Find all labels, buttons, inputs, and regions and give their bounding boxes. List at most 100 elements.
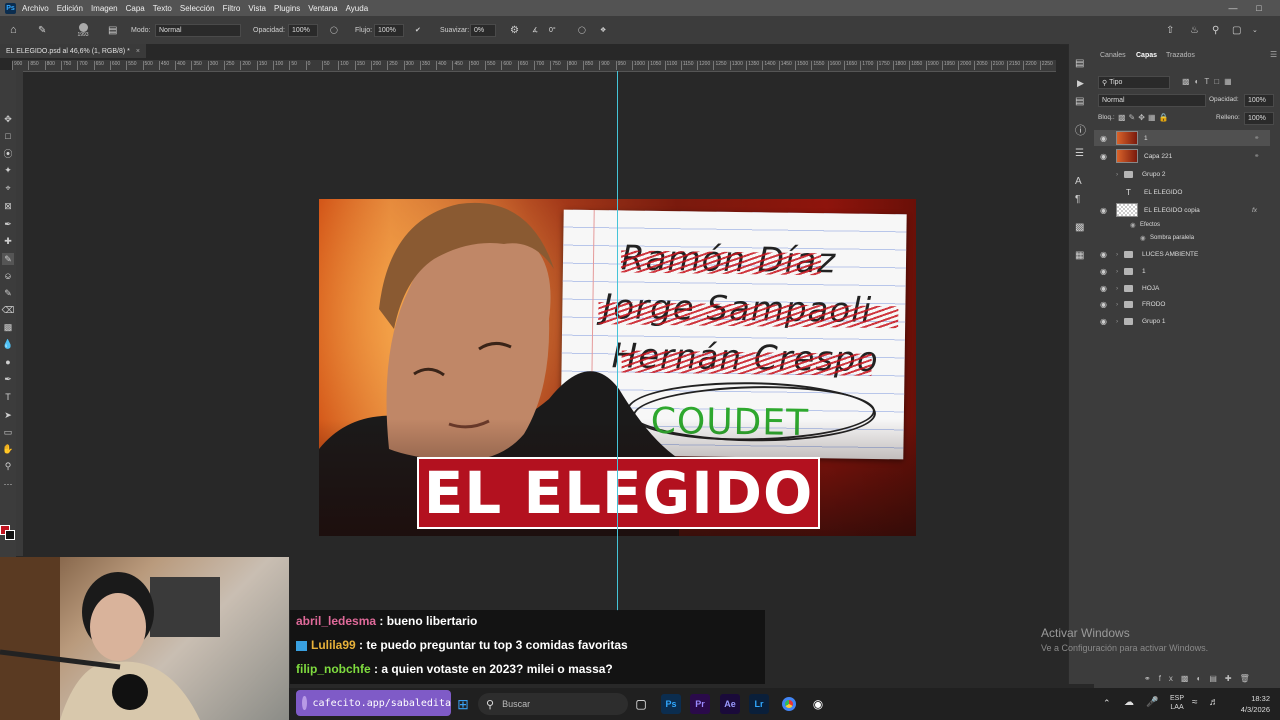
panel-menu-icon[interactable]: ☰ (1270, 50, 1277, 59)
healing-brush-icon[interactable]: ✚ (2, 235, 14, 247)
menu-capa[interactable]: Capa (126, 4, 145, 13)
channels-icon[interactable]: ▦ (1075, 250, 1084, 261)
lasso-tool-icon[interactable]: ⦿ (2, 147, 14, 159)
angle-field[interactable]: 0° (546, 25, 568, 36)
premiere-taskbar-icon[interactable]: Pr (690, 694, 710, 714)
layer-row[interactable]: ◉ › Grupo 1 (1094, 313, 1270, 329)
pressure-opacity-icon[interactable]: ◯ (330, 16, 342, 44)
eye-icon[interactable]: ◉ (1100, 284, 1107, 293)
history-icon[interactable]: ▤ (1075, 58, 1084, 69)
smoothing-field[interactable]: 0% (470, 23, 496, 37)
tab-canales[interactable]: Canales (1100, 52, 1126, 59)
restore-icon[interactable]: □ (1246, 0, 1272, 16)
background-color-swatch[interactable] (5, 530, 15, 540)
after-effects-taskbar-icon[interactable]: Ae (720, 694, 740, 714)
home-icon[interactable]: ⌂ (10, 16, 26, 44)
eye-icon[interactable]: ◉ (1100, 134, 1107, 143)
crop-tool-icon[interactable]: ⌖ (2, 182, 14, 194)
blend-mode-select[interactable]: Normal (1098, 94, 1206, 107)
layer-fill-field[interactable]: 100% (1244, 112, 1274, 125)
magic-wand-icon[interactable]: ✦ (2, 164, 14, 176)
search-icon[interactable]: ⚲ (1212, 16, 1224, 44)
eye-icon[interactable]: ◉ (1100, 267, 1107, 276)
hand-tool-icon[interactable]: ✋ (2, 443, 14, 455)
windows-start-icon[interactable]: ⊞ (453, 694, 473, 714)
lock-icons[interactable]: ▩✎✥▦🔒 (1118, 113, 1171, 122)
menu-filtro[interactable]: Filtro (223, 4, 241, 13)
brush-preset-picker[interactable]: 1993 (76, 16, 90, 44)
menu-archivo[interactable]: Archivo (22, 4, 49, 13)
chevron-right-icon[interactable]: › (1116, 318, 1118, 325)
shape-tool-icon[interactable]: ▭ (2, 426, 14, 438)
zoom-tool-icon[interactable]: ⚲ (2, 460, 14, 472)
symmetry-icon[interactable]: ❖ (600, 16, 612, 44)
flow-field[interactable]: 100% (374, 23, 404, 37)
taskbar-search[interactable]: ⚲ Buscar (478, 693, 628, 715)
eye-icon[interactable]: ◉ (1100, 250, 1107, 259)
chrome-icon[interactable] (779, 694, 799, 714)
adjustments-icon[interactable]: ▤ (1075, 96, 1084, 107)
gear-icon[interactable]: ⚙ (510, 16, 522, 44)
menu-ventana[interactable]: Ventana (308, 4, 337, 13)
bell-icon[interactable]: ♨ (1190, 16, 1202, 44)
close-icon[interactable]: × (136, 48, 140, 55)
layer-row[interactable]: ◉ › FRODO (1094, 296, 1270, 312)
clock[interactable]: 18:32 4/3/2026 (1226, 693, 1270, 715)
layer-row[interactable]: ◉ › HOJA (1094, 280, 1270, 296)
menu-imagen[interactable]: Imagen (91, 4, 118, 13)
marquee-tool-icon[interactable]: □ (2, 130, 14, 142)
document-tab[interactable]: EL ELEGIDO.psd al 46,6% (1, RGB/8) * × (0, 44, 146, 58)
speaker-icon[interactable]: ♬ (1209, 697, 1219, 708)
properties-icon[interactable]: ☰ (1075, 148, 1084, 159)
stamp-tool-icon[interactable]: ⎉ (2, 270, 14, 282)
fx-badge[interactable]: fx (1252, 207, 1257, 214)
character-icon[interactable]: A (1075, 176, 1082, 187)
pressure-size-icon[interactable]: ◯ (578, 16, 590, 44)
brush-settings-icon[interactable]: ▤ (108, 16, 120, 44)
eraser-icon[interactable]: ⌫ (2, 304, 15, 316)
menu-plugins[interactable]: Plugins (274, 4, 300, 13)
tab-trazados[interactable]: Trazados (1166, 52, 1195, 59)
ruler-horizontal[interactable]: 900 850 800 750 700 650 600 550 500 450 400 350 300 2… (12, 60, 1056, 72)
path-select-icon[interactable]: ➤ (2, 409, 14, 421)
menu-ayuda[interactable]: Ayuda (346, 4, 369, 13)
layer-opacity-field[interactable]: 100% (1244, 94, 1274, 107)
workspace-icon[interactable]: ▢ (1232, 16, 1244, 44)
brush-tool-icon[interactable]: ✎ (2, 253, 14, 265)
frame-tool-icon[interactable]: ⊠ (2, 200, 14, 212)
guide-line[interactable] (617, 71, 618, 611)
tab-capas[interactable]: Capas (1136, 52, 1157, 59)
play-icon[interactable]: ▶ (1077, 78, 1084, 89)
filter-icons[interactable]: ▩◐T□▦ (1182, 77, 1237, 86)
chevron-right-icon[interactable]: › (1116, 171, 1118, 178)
task-view-icon[interactable]: ▢ (631, 694, 651, 714)
layer-row[interactable]: ◉ Capa 221 ⚭ (1094, 148, 1270, 164)
menu-texto[interactable]: Texto (153, 4, 172, 13)
eye-icon[interactable]: ◉ (1100, 206, 1107, 215)
lightroom-taskbar-icon[interactable]: Lr (749, 694, 769, 714)
minimize-icon[interactable]: — (1220, 0, 1246, 16)
layer-row[interactable]: ◉ › LUCES AMBIENTE (1094, 246, 1270, 262)
chevron-up-icon[interactable]: ⌃ (1103, 698, 1111, 709)
layer-effect-row[interactable]: ◉ Sombra paralela (1094, 230, 1270, 246)
layer-footer-icons[interactable]: ⚭fx▩◐▤✚🗑 (1144, 674, 1258, 683)
menu-vista[interactable]: Vista (248, 4, 266, 13)
menu-seleccion[interactable]: Selección (180, 4, 215, 13)
share-icon[interactable]: ⇧ (1166, 16, 1178, 44)
network-tray-icon[interactable]: ☁ (1124, 697, 1134, 708)
microphone-icon[interactable]: 🎤 (1146, 697, 1158, 708)
wifi-icon[interactable]: ≈ (1192, 697, 1198, 708)
mode-select[interactable]: Normal (155, 23, 241, 37)
pen-tool-icon[interactable]: ✒ (2, 373, 14, 385)
more-tools-icon[interactable]: ⋯ (2, 478, 14, 490)
chevron-right-icon[interactable]: › (1116, 301, 1118, 308)
history-brush-icon[interactable]: ✎ (2, 287, 14, 299)
layer-row[interactable]: › Grupo 2 (1094, 166, 1270, 182)
chevron-right-icon[interactable]: › (1116, 285, 1118, 292)
type-tool-icon[interactable]: T (2, 391, 14, 403)
photoshop-taskbar-icon[interactable]: Ps (661, 694, 681, 714)
eye-icon[interactable]: ◉ (1100, 317, 1107, 326)
blur-tool-icon[interactable]: 💧 (2, 338, 14, 350)
layer-filter-select[interactable]: ⚲ Tipo (1098, 76, 1170, 89)
eyedropper-icon[interactable]: ✒ (2, 218, 14, 230)
